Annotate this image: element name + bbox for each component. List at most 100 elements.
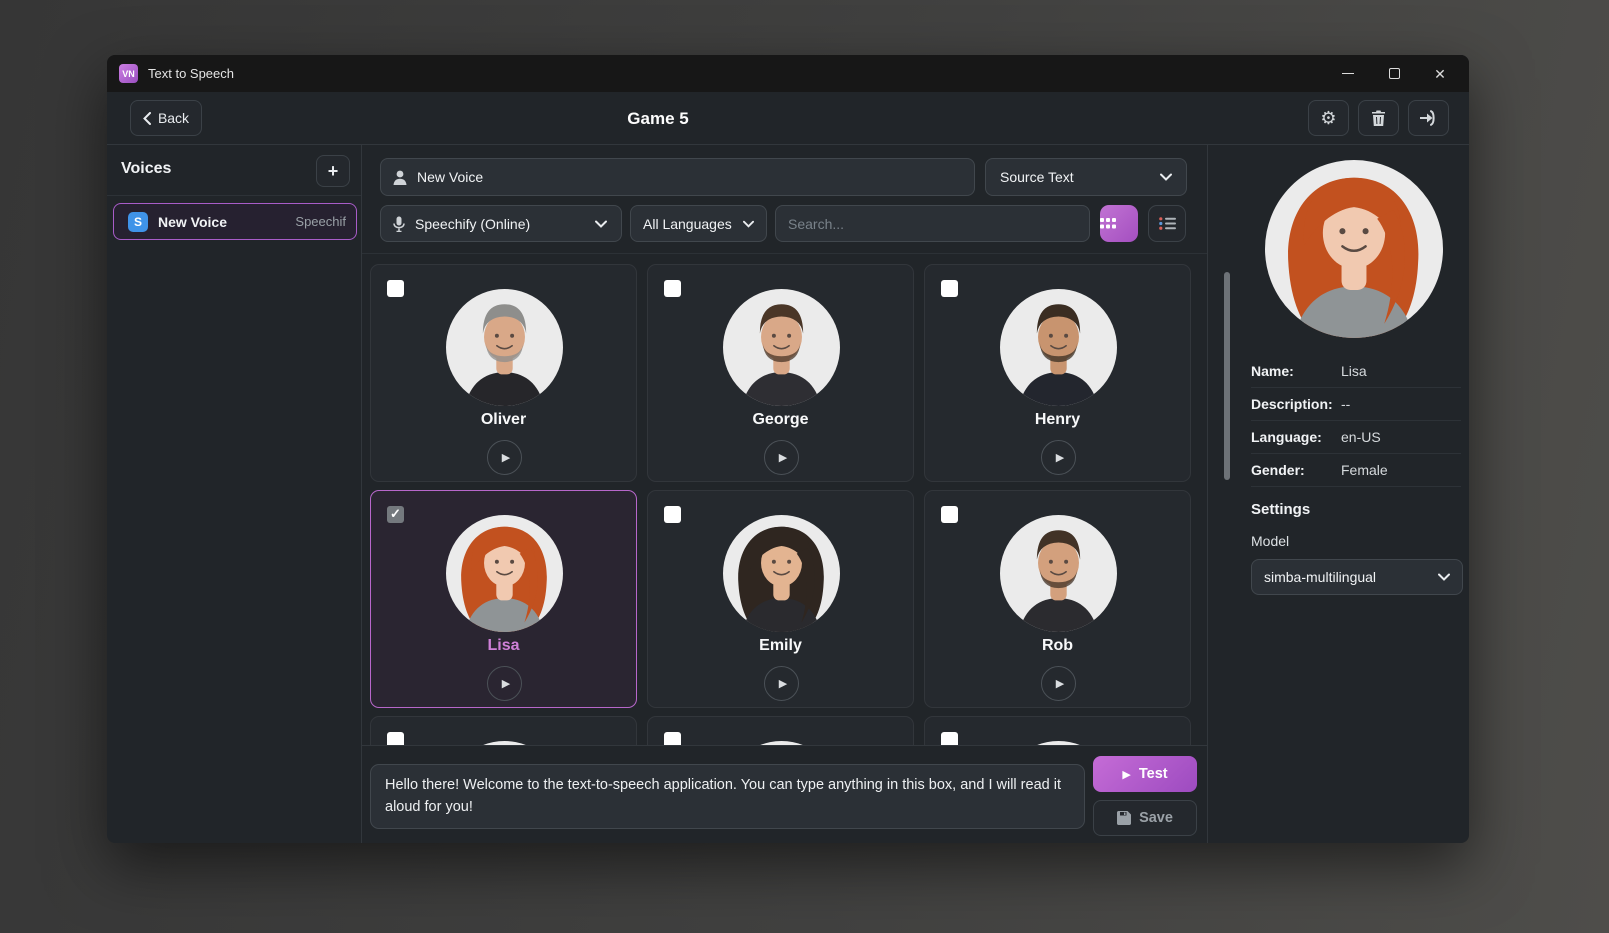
voice-checkbox[interactable]: [941, 506, 958, 523]
voice-card[interactable]: George ▶: [647, 264, 914, 482]
tts-text-input[interactable]: Hello there! Welcome to the text-to-spee…: [370, 764, 1085, 829]
info-label: Language:: [1251, 429, 1341, 445]
info-label: Gender:: [1251, 462, 1341, 478]
voice-card[interactable]: Rob ▶: [924, 490, 1191, 708]
main-area: New Voice Source Text Speechify (Online): [362, 145, 1207, 843]
voice-avatar: [723, 515, 840, 632]
grid-view-button[interactable]: [1100, 205, 1138, 242]
chevron-down-icon: [1438, 573, 1450, 581]
play-icon: ▶: [1056, 677, 1064, 690]
maximize-icon: [1389, 68, 1400, 79]
scrollbar-thumb[interactable]: [1224, 272, 1230, 480]
profile-avatar: [1265, 160, 1443, 338]
source-text-select[interactable]: Source Text: [985, 158, 1187, 196]
play-voice-button[interactable]: ▶: [1041, 666, 1076, 701]
test-label: Test: [1139, 766, 1168, 782]
voice-checkbox[interactable]: [664, 732, 681, 745]
delete-button[interactable]: [1358, 100, 1399, 136]
list-view-icon: [1159, 217, 1176, 230]
voice-avatar: [1000, 289, 1117, 406]
info-label: Name:: [1251, 363, 1341, 379]
voice-checkbox[interactable]: [664, 506, 681, 523]
export-button[interactable]: [1408, 100, 1449, 136]
composer: Hello there! Welcome to the text-to-spee…: [362, 745, 1207, 843]
avatar-illustration: [1265, 160, 1443, 338]
sidebar: Voices + S New Voice Speechif: [107, 145, 362, 843]
play-voice-button[interactable]: ▶: [487, 440, 522, 475]
info-value: en-US: [1341, 429, 1381, 445]
language-value: All Languages: [643, 216, 732, 232]
voice-checkbox[interactable]: [387, 280, 404, 297]
play-voice-button[interactable]: ▶: [1041, 440, 1076, 475]
close-button[interactable]: ✕: [1417, 58, 1463, 89]
voice-avatar: [723, 289, 840, 406]
voice-grid: Oliver ▶ George ▶: [362, 253, 1207, 745]
voice-checkbox[interactable]: [941, 280, 958, 297]
chevron-down-icon: [1160, 173, 1172, 181]
page-title: Game 5: [107, 92, 1209, 145]
voice-checkbox[interactable]: [664, 280, 681, 297]
voice-info: Name: Lisa Description: -- Language: en-…: [1251, 355, 1461, 487]
info-row: Description: --: [1251, 388, 1461, 421]
avatar-illustration: [723, 289, 840, 406]
engine-select[interactable]: Speechify (Online): [380, 205, 622, 242]
play-icon: ▶: [1122, 768, 1130, 781]
list-view-button[interactable]: [1148, 205, 1186, 242]
language-select[interactable]: All Languages: [630, 205, 767, 242]
play-icon: ▶: [1056, 451, 1064, 464]
add-voice-button[interactable]: +: [316, 155, 350, 187]
voice-card[interactable]: ▶: [924, 716, 1191, 745]
info-value: --: [1341, 396, 1350, 412]
voice-checkbox[interactable]: [387, 732, 404, 745]
chevron-down-icon: [595, 220, 607, 228]
sidebar-header: Voices +: [107, 145, 361, 196]
voice-avatar: [446, 289, 563, 406]
engine-value: Speechify (Online): [415, 216, 530, 232]
voice-name: Oliver: [371, 411, 636, 429]
detail-panel: Name: Lisa Description: -- Language: en-…: [1207, 145, 1469, 843]
sidebar-item-new-voice[interactable]: S New Voice Speechif: [113, 203, 357, 240]
voice-card[interactable]: Emily ▶: [647, 490, 914, 708]
trash-icon: [1371, 110, 1386, 126]
voice-name: Lisa: [371, 637, 636, 655]
speechify-badge: S: [128, 212, 148, 232]
window-title: Text to Speech: [148, 66, 1325, 81]
voice-card[interactable]: Henry ▶: [924, 264, 1191, 482]
voice-name: Emily: [648, 637, 913, 655]
voice-card[interactable]: Oliver ▶: [370, 264, 637, 482]
avatar-illustration: [446, 515, 563, 632]
minimize-button[interactable]: [1325, 58, 1371, 89]
save-icon: [1117, 811, 1131, 825]
play-voice-button[interactable]: ▶: [764, 666, 799, 701]
maximize-button[interactable]: [1371, 58, 1417, 89]
voice-card[interactable]: ▶: [647, 716, 914, 745]
save-button[interactable]: Save: [1093, 800, 1197, 836]
voice-name: Rob: [925, 637, 1190, 655]
voice-name-input[interactable]: New Voice: [380, 158, 975, 196]
microphone-icon: [393, 216, 405, 232]
play-voice-button[interactable]: ▶: [764, 440, 799, 475]
app-window: VN Text to Speech ✕ Back Game 5 ⚙: [107, 55, 1469, 843]
avatar-illustration: [1000, 289, 1117, 406]
info-row: Gender: Female: [1251, 454, 1461, 487]
person-icon: [393, 170, 407, 185]
info-label: Description:: [1251, 396, 1341, 412]
info-value: Female: [1341, 462, 1388, 478]
voice-card[interactable]: ▶: [370, 716, 637, 745]
voice-checkbox[interactable]: [387, 506, 404, 523]
voice-card[interactable]: Lisa ▶: [370, 490, 637, 708]
sidebar-item-engine: Speechif: [295, 214, 346, 229]
search-input[interactable]: Search...: [775, 205, 1090, 242]
play-voice-button[interactable]: ▶: [487, 666, 522, 701]
gear-icon: ⚙: [1320, 108, 1336, 129]
voice-checkbox[interactable]: [941, 732, 958, 745]
voice-avatar: [446, 515, 563, 632]
model-select[interactable]: simba-multilingual: [1251, 559, 1463, 595]
test-button[interactable]: ▶ Test: [1093, 756, 1197, 792]
info-row: Language: en-US: [1251, 421, 1461, 454]
voice-name-value: New Voice: [417, 169, 483, 185]
voice-name: Henry: [925, 411, 1190, 429]
info-row: Name: Lisa: [1251, 355, 1461, 388]
settings-button[interactable]: ⚙: [1308, 100, 1349, 136]
sidebar-item-label: New Voice: [158, 214, 285, 230]
